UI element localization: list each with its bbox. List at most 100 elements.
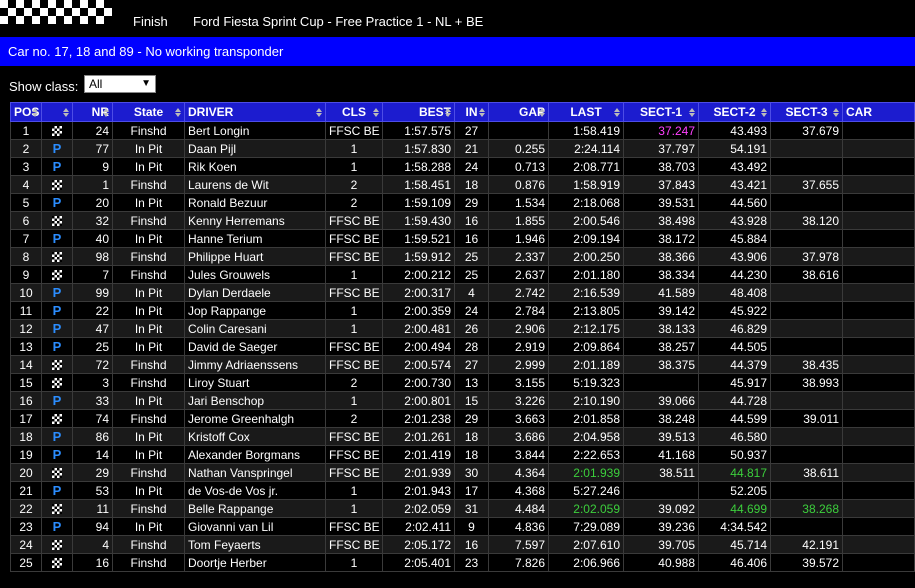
table-row[interactable]: 1 24 Finshd Bert Longin FFSC BE 1:57.575 27 1:5… <box>10 121 915 140</box>
cell-s1: 39.142 <box>623 301 699 320</box>
cell-driver: Kristoff Cox <box>184 427 326 446</box>
cell-car <box>842 121 915 140</box>
cell-cls: FFSC BE <box>325 247 383 266</box>
table-row[interactable]: 6 32 Finshd Kenny Herremans FFSC BE 1:59.430 1… <box>10 211 915 230</box>
cell-s1: 37.797 <box>623 139 699 158</box>
sort-down-icon <box>479 113 485 117</box>
table-row[interactable]: 21 P 53 In Pit de Vos-de Vos jr. 1 2:01.943 17 4… <box>10 481 915 500</box>
column-header-last[interactable]: LAST <box>548 102 624 122</box>
cell-cls: FFSC BE <box>325 283 383 302</box>
cell-state: Finshd <box>112 121 185 140</box>
cell-s1: 37.843 <box>623 175 699 194</box>
cell-driver: Tom Feyaerts <box>184 535 326 554</box>
cell-s3 <box>770 157 843 176</box>
cell-cls: FFSC BE <box>325 211 383 230</box>
column-header-in[interactable]: IN <box>454 102 489 122</box>
cell-driver: Giovanni van Lil <box>184 517 326 536</box>
cell-cls: FFSC BE <box>325 337 383 356</box>
cell-best: 1:57.830 <box>382 139 455 158</box>
cell-pos: 5 <box>10 193 42 212</box>
table-row[interactable]: 10 P 99 In Pit Dylan Derdaele FFSC BE 2:00.317… <box>10 283 915 302</box>
cell-last: 2:07.610 <box>548 535 624 554</box>
column-header-sect-1[interactable]: SECT-1 <box>623 102 699 122</box>
cell-last: 2:01.939 <box>548 463 624 482</box>
cell-nr: 29 <box>72 463 113 482</box>
cell-pos: 2 <box>10 139 42 158</box>
column-header-gap[interactable]: GAP <box>488 102 549 122</box>
table-row[interactable]: 17 74 Finshd Jerome Greenhalgh 2 2:01.238 29 3.… <box>10 409 915 428</box>
cell-s3: 38.435 <box>770 355 843 374</box>
checkered-flag-icon <box>41 499 73 518</box>
table-row[interactable]: 11 P 22 In Pit Jop Rappange 1 2:00.359 24 2.784 2… <box>10 301 915 320</box>
cell-pos: 11 <box>10 301 42 320</box>
column-header-state[interactable]: State <box>112 102 185 122</box>
table-row[interactable]: 13 P 25 In Pit David de Saeger FFSC BE 2:00.49… <box>10 337 915 356</box>
cell-state: Finshd <box>112 265 185 284</box>
cell-state: In Pit <box>112 517 185 536</box>
cell-driver: Doortje Herber <box>184 553 326 572</box>
cell-pos: 19 <box>10 445 42 464</box>
table-row[interactable]: 9 7 Finshd Jules Grouwels 1 2:00.212 25 2.637 2:… <box>10 265 915 284</box>
table-row[interactable]: 12 P 47 In Pit Colin Caresani 1 2:00.481 26 2.90… <box>10 319 915 338</box>
table-row[interactable]: 14 72 Finshd Jimmy Adriaenssens FFSC BE 2:00.… <box>10 355 915 374</box>
cell-s2: 43.492 <box>698 157 771 176</box>
column-header-sect-3[interactable]: SECT-3 <box>770 102 843 122</box>
column-header-pos[interactable]: POS <box>10 102 42 122</box>
table-row[interactable]: 22 11 Finshd Belle Rappange 1 2:02.059 31 4.484… <box>10 499 915 518</box>
cell-best: 2:00.574 <box>382 355 455 374</box>
table-row[interactable]: 3 P 9 In Pit Rik Koen 1 1:58.288 24 0.713 2:08.77… <box>10 157 915 176</box>
table-row[interactable]: 8 98 Finshd Philippe Huart FFSC BE 1:59.912 25… <box>10 247 915 266</box>
cell-cls: 1 <box>325 265 383 284</box>
table-row[interactable]: 25 16 Finshd Doortje Herber 1 2:05.401 23 7.826… <box>10 553 915 572</box>
cell-s3 <box>770 481 843 500</box>
cell-cls: 1 <box>325 553 383 572</box>
cell-s2: 46.580 <box>698 427 771 446</box>
cell-state: Finshd <box>112 409 185 428</box>
table-row[interactable]: 15 3 Finshd Liroy Stuart 2 2:00.730 13 3.155 5:1… <box>10 373 915 392</box>
checkered-flag-icon <box>41 535 73 554</box>
cell-best: 2:01.261 <box>382 427 455 446</box>
cell-pos: 10 <box>10 283 42 302</box>
cell-last: 2:18.068 <box>548 193 624 212</box>
cell-best: 2:01.238 <box>382 409 455 428</box>
table-row[interactable]: 5 P 20 In Pit Ronald Bezuur 2 1:59.109 29 1.534 2… <box>10 193 915 212</box>
column-header-nr[interactable]: NR <box>72 102 113 122</box>
table-row[interactable]: 20 29 Finshd Nathan Vanspringel FFSC BE 2:01.… <box>10 463 915 482</box>
cell-s3: 38.611 <box>770 463 843 482</box>
cell-state: In Pit <box>112 319 185 338</box>
cell-nr: 9 <box>72 157 113 176</box>
column-header-driver[interactable]: DRIVER <box>184 102 326 122</box>
cell-s1: 39.705 <box>623 535 699 554</box>
cell-last: 2:24.114 <box>548 139 624 158</box>
cell-last: 2:22.653 <box>548 445 624 464</box>
column-header-sect-2[interactable]: SECT-2 <box>698 102 771 122</box>
class-filter-select[interactable]: All ▼ <box>84 75 156 93</box>
table-row[interactable]: 2 P 77 In Pit Daan Pijl 1 1:57.830 21 0.255 2:24.… <box>10 139 915 158</box>
column-header-car[interactable]: CAR <box>842 102 915 122</box>
cell-nr: 74 <box>72 409 113 428</box>
cell-car <box>842 175 915 194</box>
cell-best: 2:02.059 <box>382 499 455 518</box>
table-row[interactable]: 18 P 86 In Pit Kristoff Cox FFSC BE 2:01.261 18… <box>10 427 915 446</box>
column-header-icon[interactable] <box>41 102 73 122</box>
cell-pos: 21 <box>10 481 42 500</box>
cell-in: 9 <box>454 517 489 536</box>
table-row[interactable]: 23 P 94 In Pit Giovanni van Lil FFSC BE 2:02.4… <box>10 517 915 536</box>
pit-icon: P <box>41 319 73 338</box>
cell-car <box>842 445 915 464</box>
table-row[interactable]: 19 P 14 In Pit Alexander Borgmans FFSC BE 2:01… <box>10 445 915 464</box>
cell-s2: 46.829 <box>698 319 771 338</box>
table-row[interactable]: 24 4 Finshd Tom Feyaerts FFSC BE 2:05.172 16 7.… <box>10 535 915 554</box>
pit-icon: P <box>41 391 73 410</box>
cell-state: Finshd <box>112 175 185 194</box>
cell-state: In Pit <box>112 193 185 212</box>
cell-state: Finshd <box>112 553 185 572</box>
cell-last: 2:08.771 <box>548 157 624 176</box>
table-row[interactable]: 16 P 33 In Pit Jari Benschop 1 2:00.801 15 3.226… <box>10 391 915 410</box>
column-header-best[interactable]: BEST <box>382 102 455 122</box>
table-row[interactable]: 7 P 40 In Pit Hanne Terium FFSC BE 1:59.521 16 1… <box>10 229 915 248</box>
cell-pos: 7 <box>10 229 42 248</box>
column-header-cls[interactable]: CLS <box>325 102 383 122</box>
cell-best: 1:59.521 <box>382 229 455 248</box>
table-row[interactable]: 4 1 Finshd Laurens de Wit 2 1:58.451 18 0.876 1:… <box>10 175 915 194</box>
